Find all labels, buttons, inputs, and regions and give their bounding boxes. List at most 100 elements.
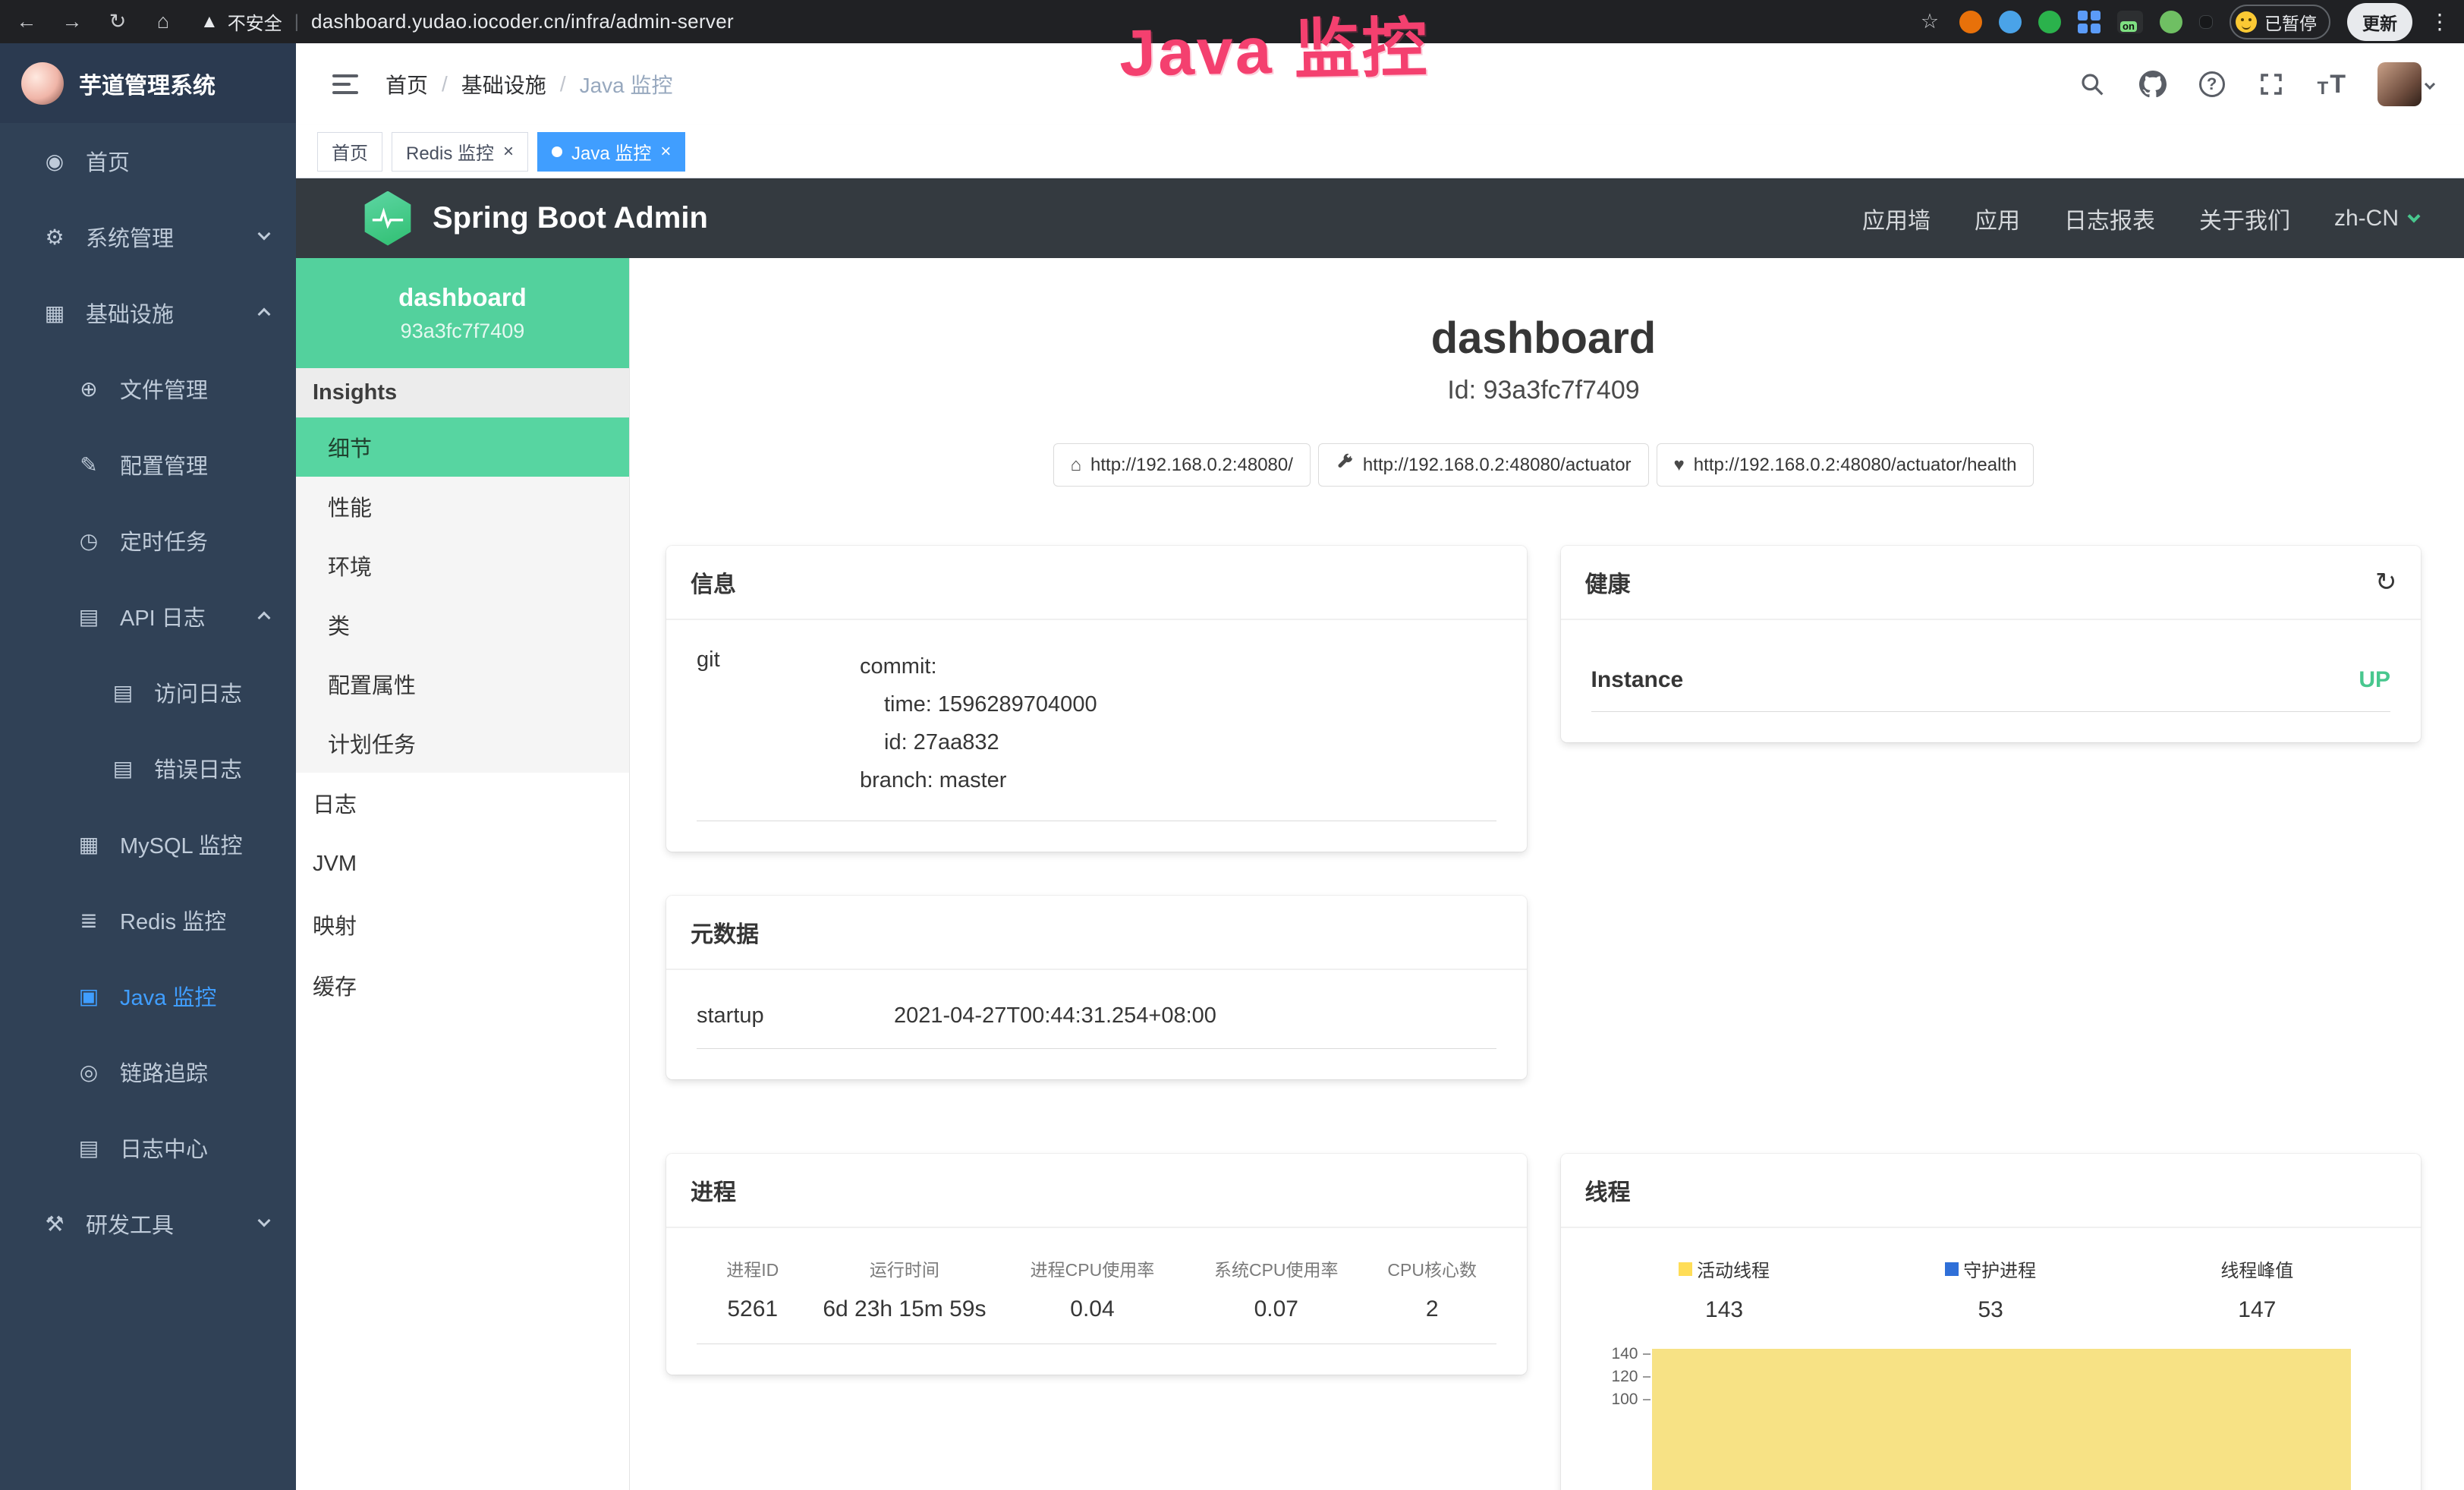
sba-item-caches[interactable]: 缓存 [296,955,629,1016]
extension-icon-3[interactable] [2038,11,2061,33]
fullscreen-icon[interactable] [2257,70,2286,99]
live-threads-area [1652,1349,2352,1490]
sidebar-item-access-log[interactable]: ▤ 访问日志 [0,654,296,730]
close-tab-icon[interactable]: × [660,143,671,161]
extension-icon-4[interactable] [2078,11,2101,33]
logo-avatar [21,62,64,105]
nav-journal[interactable]: 日志报表 [2064,202,2155,235]
chevron-down-icon [2408,209,2421,222]
tab-home[interactable]: 首页 [317,132,382,172]
sidebar-item-tracing[interactable]: ◎ 链路追踪 [0,1034,296,1110]
close-tab-icon[interactable]: × [503,143,514,161]
app-logo[interactable]: 芋道管理系统 [0,43,296,123]
app-sidebar: 芋道管理系统 ◉ 首页 ⚙ 系统管理 ▦ 基础设施 ⊕ 文件管理 ✎ [0,43,296,1490]
reload-icon[interactable]: ↻ [105,10,131,33]
sidebar-item-mysql[interactable]: ▦ MySQL 监控 [0,806,296,882]
process-col-pid: 进程ID 5261 [697,1255,808,1322]
browser-menu-icon[interactable]: ⋮ [2429,9,2450,34]
health-url-button[interactable]: ♥ http://192.168.0.2:48080/actuator/heal… [1657,443,2034,487]
extension-icon-7[interactable] [2199,15,2213,29]
sidebar-item-log-center[interactable]: ▤ 日志中心 [0,1110,296,1186]
sba-item-details[interactable]: 细节 [296,417,629,477]
hamburger-icon[interactable] [332,74,358,94]
sba-item-mappings[interactable]: 映射 [296,894,629,955]
health-card-header: 健康 ↺ [1561,546,2422,620]
paused-label: 已暂停 [2264,9,2317,35]
instance-name: dashboard [398,283,527,312]
breadcrumb-home[interactable]: 首页 [385,69,428,99]
sidebar-item-infra[interactable]: ▦ 基础设施 [0,275,296,351]
tab-redis[interactable]: Redis 监控 × [392,132,528,172]
nav-wallboard[interactable]: 应用墙 [1862,202,1931,235]
tab-java[interactable]: Java 监控 × [537,132,685,172]
github-icon[interactable] [2138,70,2167,99]
user-menu[interactable] [2377,62,2434,106]
info-card-header: 信息 [666,546,1527,620]
font-size-icon[interactable]: TT [2318,70,2346,99]
process-col-sys-cpu: 系统CPU使用率 0.07 [1185,1255,1368,1322]
sidebar-item-redis[interactable]: ≣ Redis 监控 [0,882,296,958]
extension-icon-2[interactable] [1999,11,2022,33]
sidebar-item-system[interactable]: ⚙ 系统管理 [0,199,296,275]
actuator-url-button[interactable]: http://192.168.0.2:48080/actuator [1318,443,1649,487]
extension-icon-5[interactable]: on [2117,11,2143,33]
extension-icon-6[interactable] [2160,11,2182,33]
history-icon[interactable]: ↺ [2375,567,2397,597]
sba-logo-icon [363,191,413,246]
sba-brand[interactable]: Spring Boot Admin [433,201,708,235]
sba-item-configprops[interactable]: 配置属性 [296,654,629,713]
sba-item-beans[interactable]: 类 [296,595,629,654]
document-icon: ▤ [76,604,102,629]
extensions-paused-badge[interactable]: 已暂停 [2230,5,2330,39]
cards-grid: 信息 git commit: time: 1596289704000 id: 2… [666,546,2421,1490]
chart-plot-area [1651,1343,2352,1490]
back-icon[interactable]: ← [14,10,39,33]
sidebar-item-java[interactable]: ▣ Java 监控 [0,958,296,1034]
clock-icon: ◷ [76,528,102,553]
instance-header[interactable]: dashboard 93a3fc7f7409 [296,258,629,368]
extension-icon-1[interactable] [1959,11,1982,33]
insights-section-label: Insights [296,368,629,417]
chrome-update-button[interactable]: 更新 [2347,3,2412,41]
instance-links: ⌂ http://192.168.0.2:48080/ http://192.1… [666,443,2421,487]
sidebar-item-devtools[interactable]: ⚒ 研发工具 [0,1186,296,1262]
browser-actions: ☆ on 已暂停 更新 ⋮ [1917,3,2450,41]
bookmark-star-icon[interactable]: ☆ [1917,10,1943,33]
security-label: 不安全 [228,8,282,35]
sidebar-item-jobs[interactable]: ◷ 定时任务 [0,502,296,578]
nav-applications[interactable]: 应用 [1975,202,2020,235]
forward-icon[interactable]: → [59,10,85,33]
sba-navbar: Spring Boot Admin 应用墙 应用 日志报表 关于我们 zh-CN [296,178,2464,258]
sidebar-item-files[interactable]: ⊕ 文件管理 [0,351,296,427]
sidebar-item-api-log[interactable]: ▤ API 日志 [0,578,296,654]
sidebar-item-error-log[interactable]: ▤ 错误日志 [0,730,296,806]
dashboard-icon: ◉ [42,149,68,174]
wrench-icon [1336,453,1354,477]
chevron-down-icon [258,1214,271,1227]
service-url-button[interactable]: ⌂ http://192.168.0.2:48080/ [1053,443,1311,487]
insights-items: 细节 性能 环境 类 配置属性 计划任务 [296,417,629,773]
legend-swatch-blue [1945,1262,1959,1276]
sba-item-jvm[interactable]: JVM [296,833,629,894]
document-icon: ▤ [76,1136,102,1161]
page-title: dashboard [666,313,2421,364]
url-text: dashboard.yudao.iocoder.cn/infra/admin-s… [311,10,734,33]
sidebar-item-config[interactable]: ✎ 配置管理 [0,427,296,502]
locale-select[interactable]: zh-CN [2334,206,2418,232]
sidebar-item-home[interactable]: ◉ 首页 [0,123,296,199]
sba-item-environment[interactable]: 环境 [296,536,629,595]
address-bar[interactable]: ▲ 不安全 | dashboard.yudao.iocoder.cn/infra… [200,8,734,35]
active-dot [552,146,562,157]
smiley-icon [2236,11,2257,33]
sba-item-logging[interactable]: 日志 [296,773,629,833]
chevron-up-icon [258,308,271,321]
breadcrumb-infra[interactable]: 基础设施 [461,69,546,99]
sba-body: dashboard 93a3fc7f7409 Insights 细节 性能 环境… [296,258,2464,1490]
sba-item-metrics[interactable]: 性能 [296,477,629,536]
home-icon[interactable]: ⌂ [150,10,176,33]
upload-icon: ⊕ [76,376,102,402]
help-icon[interactable]: ? [2199,71,2225,97]
nav-about[interactable]: 关于我们 [2199,202,2290,235]
sba-item-scheduled[interactable]: 计划任务 [296,713,629,773]
search-icon[interactable] [2078,70,2107,99]
